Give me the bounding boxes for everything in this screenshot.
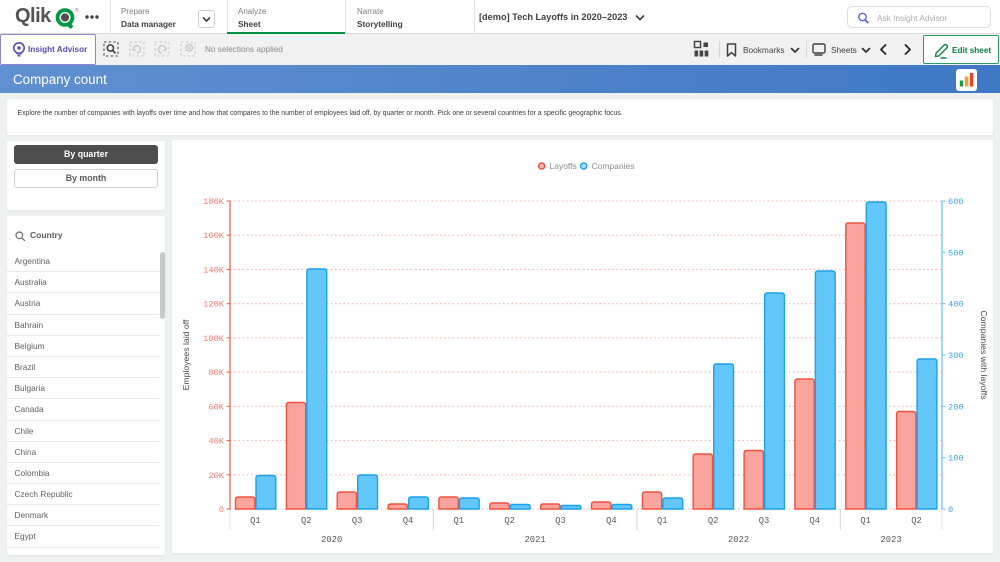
svg-text:0: 0 [219, 505, 224, 515]
svg-text:80K: 80K [208, 368, 224, 378]
svg-text:60K: 60K [208, 402, 224, 412]
svg-text:0: 0 [948, 505, 953, 515]
svg-text:Q2: Q2 [301, 516, 312, 526]
svg-text:600: 600 [948, 197, 964, 207]
svg-text:100K: 100K [203, 334, 225, 344]
svg-text:400: 400 [948, 300, 964, 310]
svg-text:®: ® [75, 7, 79, 14]
svg-text:2020: 2020 [321, 535, 342, 545]
svg-text:Q1: Q1 [860, 516, 871, 526]
svg-text:Companies with layoffs: Companies with layoffs [979, 310, 989, 400]
svg-text:40K: 40K [208, 437, 224, 447]
svg-text:Employees laid off: Employees laid off [181, 319, 191, 390]
svg-text:2023: 2023 [881, 535, 902, 545]
svg-text:Q3: Q3 [352, 516, 363, 526]
svg-text:160K: 160K [203, 231, 225, 241]
svg-text:Q4: Q4 [606, 516, 617, 526]
svg-text:120K: 120K [203, 300, 225, 310]
svg-text:180K: 180K [203, 197, 225, 207]
svg-text:Q3: Q3 [759, 516, 770, 526]
svg-text:20K: 20K [208, 471, 224, 481]
svg-text:140K: 140K [203, 265, 225, 275]
svg-text:Layoffs: Layoffs [550, 161, 577, 171]
svg-text:Q1: Q1 [657, 516, 668, 526]
svg-text:Q4: Q4 [810, 516, 821, 526]
svg-text:Q1: Q1 [250, 516, 261, 526]
svg-text:500: 500 [948, 248, 964, 258]
svg-text:Q1: Q1 [454, 516, 465, 526]
svg-text:300: 300 [948, 351, 964, 361]
svg-text:Q3: Q3 [555, 516, 566, 526]
svg-text:100: 100 [948, 454, 964, 464]
svg-text:Companies: Companies [592, 161, 635, 171]
svg-text:Q2: Q2 [504, 516, 515, 526]
svg-text:200: 200 [948, 402, 964, 412]
svg-text:Q4: Q4 [403, 516, 414, 526]
svg-text:Q2: Q2 [911, 516, 922, 526]
svg-text:2021: 2021 [525, 535, 546, 545]
svg-text:Q2: Q2 [708, 516, 719, 526]
svg-text:2022: 2022 [728, 535, 749, 545]
